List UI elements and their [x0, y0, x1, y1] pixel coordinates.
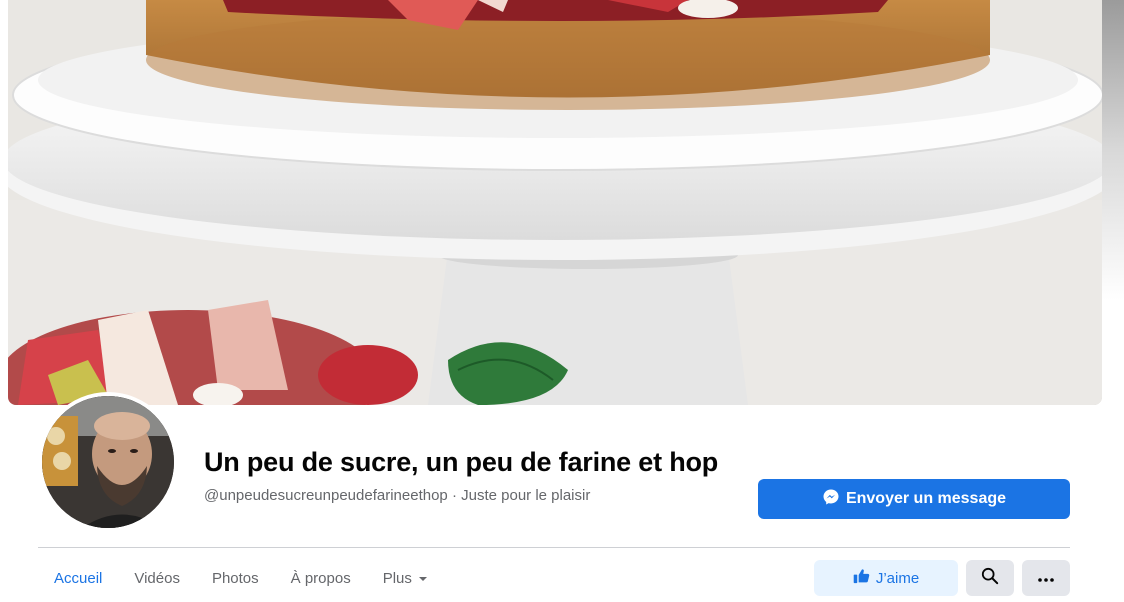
page-subtitle: @unpeudesucreunpeudefarineethop · Juste …	[204, 487, 590, 504]
page-handle: @unpeudesucreunpeudefarineethop	[204, 487, 448, 504]
like-button[interactable]: J’aime	[814, 560, 958, 596]
page-tabs: Accueil Vidéos Photos À propos Plus	[38, 560, 444, 596]
tab-accueil[interactable]: Accueil	[38, 560, 118, 596]
tab-label: À propos	[290, 569, 351, 587]
cover-photo-image	[8, 0, 1102, 405]
page-category[interactable]: Juste pour le plaisir	[461, 487, 590, 504]
tab-label: Accueil	[54, 569, 103, 587]
caret-down-icon	[418, 570, 428, 587]
divider	[38, 547, 1070, 548]
thumbs-up-icon	[853, 568, 870, 588]
tab-videos[interactable]: Vidéos	[118, 560, 196, 596]
tab-a-propos[interactable]: À propos	[275, 560, 367, 596]
page-title: Un peu de sucre, un peu de farine et hop	[204, 447, 719, 477]
search-icon	[981, 567, 999, 590]
tab-photos[interactable]: Photos	[196, 560, 275, 596]
tab-label: Vidéos	[134, 569, 180, 587]
separator-dot: ·	[451, 487, 457, 504]
tab-label: Photos	[211, 569, 259, 587]
avatar-image	[42, 396, 174, 528]
search-button[interactable]	[966, 560, 1014, 596]
tab-label: Plus	[382, 569, 412, 587]
cover-photo[interactable]	[8, 0, 1102, 405]
send-message-label: Envoyer un message	[845, 490, 1007, 507]
more-dots-icon	[1038, 569, 1054, 587]
send-message-button[interactable]: Envoyer un message	[758, 479, 1070, 519]
messenger-icon	[822, 488, 840, 511]
profile-avatar[interactable]	[38, 392, 178, 532]
like-label: J’aime	[875, 569, 920, 587]
more-button[interactable]	[1022, 560, 1070, 596]
tab-plus[interactable]: Plus	[367, 560, 444, 596]
